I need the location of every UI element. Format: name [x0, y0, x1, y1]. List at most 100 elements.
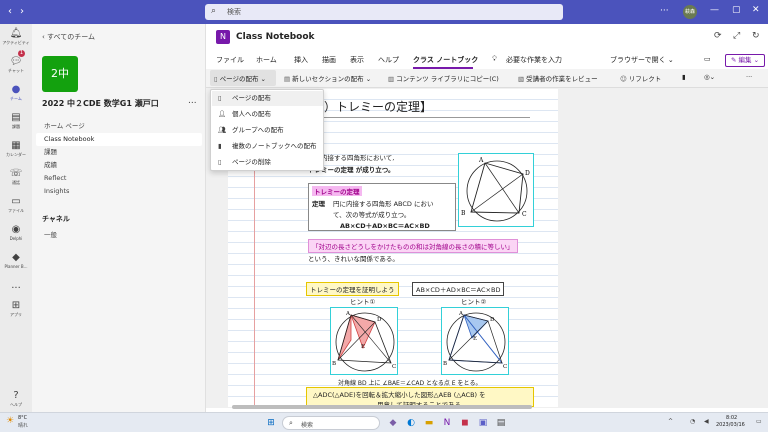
- horizontal-scrollbar[interactable]: [232, 405, 532, 409]
- tray-chevron-icon[interactable]: ^: [668, 418, 673, 425]
- menu-class-notebook[interactable]: クラス ノートブック: [413, 55, 478, 65]
- label-a: A: [478, 157, 484, 164]
- dropdown-item-delete-page[interactable]: ▯ ページの削除: [212, 155, 323, 170]
- rail-delphi[interactable]: ◉ Delphi: [0, 224, 32, 241]
- open-in-browser-button[interactable]: ブラウザーで開く ⌄: [610, 55, 674, 65]
- ribbon: ▯ ページの配布 ⌄ ▤ 新しいセクションの配布 ⌄ ▥ コンテンツ ライブラリにコピ…: [206, 69, 768, 88]
- back-to-teams[interactable]: ‹ すべてのチーム: [42, 32, 95, 42]
- rail-planner[interactable]: ◆ Planner B...: [0, 252, 32, 269]
- weather-temp: 8°C: [18, 415, 28, 421]
- app-header: N Class Notebook ⟳ ⤢ ↻: [206, 24, 768, 52]
- rail-apps[interactable]: ⊞ アプリ: [0, 300, 32, 318]
- hint-1-label: ヒント①: [350, 298, 376, 306]
- rail-label: 課題: [12, 124, 20, 129]
- theorem-text-1: 円に内接する四角形 ABCD におい: [333, 200, 434, 208]
- forward-arrow-icon[interactable]: ›: [20, 6, 24, 17]
- hint-2-figure: A D B C E: [441, 307, 509, 375]
- network-icon[interactable]: ◔: [690, 418, 695, 425]
- hint-box: △ADC(△ADE)を回転＆拡大縮小した図形△AEB (△ACB) を 用意して…: [306, 387, 534, 409]
- page-distribute-button[interactable]: ▯ ページの配布 ⌄: [214, 73, 266, 83]
- notebooks-icon: ▮: [218, 142, 222, 150]
- new-section-distribute-button[interactable]: ▤ 新しいセクションの配布 ⌄: [284, 73, 371, 83]
- more-options-icon[interactable]: ···: [660, 6, 669, 16]
- store-icon[interactable]: ▤: [494, 416, 508, 430]
- teams-taskbar-icon[interactable]: ◆: [386, 416, 400, 430]
- page-icon: ▯: [218, 94, 222, 102]
- review-student-work-button[interactable]: ▧ 受講者の作業をレビュー: [518, 73, 598, 83]
- teams-chat-icon[interactable]: ▣: [476, 416, 490, 430]
- rail-help[interactable]: ? ヘルプ: [0, 390, 32, 408]
- menu-view[interactable]: 表示: [350, 55, 364, 65]
- rail-more[interactable]: ...: [0, 280, 32, 291]
- activity-badge: 1: [18, 50, 25, 57]
- minimize-icon[interactable]: —: [710, 5, 719, 15]
- more-options-icon[interactable]: ···: [746, 73, 752, 81]
- copy-to-library-button[interactable]: ▥ コンテンツ ライブラリにコピー(C): [388, 73, 499, 83]
- rail-label: 通話: [12, 180, 20, 185]
- nav-assignments[interactable]: 課題: [44, 146, 204, 159]
- team-more-icon[interactable]: ...: [188, 96, 197, 106]
- comment-icon[interactable]: ▭: [704, 55, 711, 63]
- channel-general[interactable]: 一般: [44, 229, 204, 242]
- quote-after: という、きれいな関係である。: [308, 255, 399, 263]
- maximize-icon[interactable]: ▢: [732, 5, 741, 15]
- taskbar-search[interactable]: ⌕ 検索: [282, 416, 380, 430]
- rail-chat[interactable]: 💬︎ チャット: [0, 56, 32, 74]
- taskbar-search-placeholder: 検索: [301, 422, 314, 429]
- edit-button[interactable]: ✎ 編集 ⌄: [725, 54, 765, 67]
- lightbulb-icon: 💡︎: [492, 55, 497, 63]
- proof-equation: AB×CD＋AD×BC＝AC×BD: [412, 282, 505, 296]
- teams-icon: ●: [11, 84, 21, 95]
- nav-class-notebook[interactable]: Class Notebook: [36, 133, 202, 146]
- avatar[interactable]: 萩森: [683, 5, 697, 19]
- assignments-icon: ▤: [11, 112, 21, 123]
- section-icon: ▤: [284, 75, 291, 83]
- dropdown-item-label: グループへの配布: [232, 126, 284, 134]
- rail-calls[interactable]: ☏ 通話: [0, 168, 32, 186]
- team-panel: ‹ すべてのチーム 2中 2022 中２CDE 数学G1 瀬戸口 ... ホーム…: [32, 24, 206, 412]
- dropdown-item-individual[interactable]: 👤︎ 個人への配布: [212, 107, 323, 122]
- edge-icon[interactable]: ◐: [404, 416, 418, 430]
- start-icon[interactable]: ⊞: [264, 416, 278, 430]
- conversation-icon[interactable]: ⟳: [714, 31, 722, 41]
- rail-calendar[interactable]: ▦ カレンダー: [0, 140, 32, 158]
- expand-icon[interactable]: ⤢: [733, 31, 740, 41]
- dropdown-item-group[interactable]: 👥︎ グループへの配布: [212, 123, 323, 138]
- search-icon: ⌕: [211, 6, 217, 16]
- group-icon: 👥︎: [218, 126, 227, 134]
- search-input[interactable]: ⌕ 検索: [205, 4, 563, 20]
- volume-icon[interactable]: ◀: [704, 418, 709, 425]
- menu-draw[interactable]: 描画: [322, 55, 336, 65]
- nav-insights[interactable]: Insights: [44, 185, 204, 198]
- rail-activity[interactable]: 🔔︎ アクティビティ: [0, 28, 32, 46]
- chevron-down-icon: ⌄: [260, 75, 266, 83]
- nav-home-page[interactable]: ホーム ページ: [44, 120, 204, 133]
- hint-1-figure: A D B C E: [330, 307, 398, 375]
- nav-grades[interactable]: 成績: [44, 159, 204, 172]
- files-icon: ▭: [11, 196, 21, 207]
- rail-assignments[interactable]: ▤ 課題: [0, 112, 32, 130]
- page-title: 発展）トレミーの定理】: [300, 98, 530, 118]
- accessibility-icon[interactable]: ◎⌄: [704, 73, 715, 81]
- rail-teams[interactable]: ● チーム: [0, 84, 32, 102]
- dropdown-item-label: 個人への配布: [232, 110, 271, 118]
- menu-help[interactable]: ヘルプ: [378, 55, 399, 65]
- menu-insert[interactable]: 挿入: [294, 55, 308, 65]
- office-icon[interactable]: ◼: [458, 416, 472, 430]
- menu-home[interactable]: ホーム: [256, 55, 277, 65]
- immersive-reader-icon[interactable]: ▮: [682, 73, 686, 81]
- close-icon[interactable]: ✕: [752, 5, 760, 15]
- dropdown-item-page-distribute[interactable]: ▯ ページの配布: [212, 91, 323, 106]
- reflect-button[interactable]: ☺ リフレクト: [620, 73, 661, 83]
- rail-files[interactable]: ▭ ファイル: [0, 196, 32, 214]
- onenote-taskbar-icon[interactable]: N: [440, 416, 454, 430]
- explorer-icon[interactable]: ▬: [422, 416, 436, 430]
- menu-file[interactable]: ファイル: [216, 55, 244, 65]
- label-e: E: [361, 344, 365, 350]
- refresh-icon[interactable]: ↻: [752, 31, 760, 41]
- notifications-icon[interactable]: ▭: [756, 418, 762, 425]
- tell-me-input[interactable]: 必要な作業を入力: [506, 55, 562, 65]
- back-arrow-icon[interactable]: ‹: [8, 6, 12, 17]
- nav-reflect[interactable]: Reflect: [44, 172, 204, 185]
- dropdown-item-multiple-notebooks[interactable]: ▮ 複数のノートブックへの配布: [212, 139, 323, 154]
